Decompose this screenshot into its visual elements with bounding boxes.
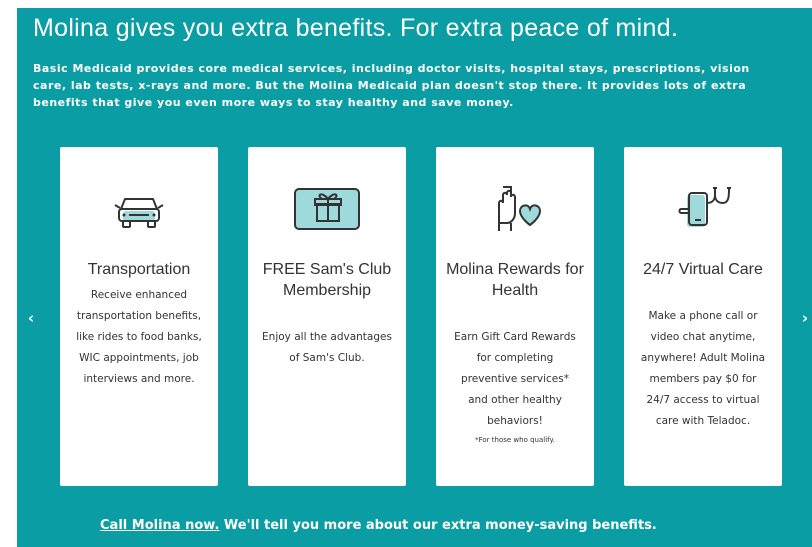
benefit-card-rewards: Molina Rewards for Health Earn Gift Card… — [436, 147, 594, 486]
phone-stethoscope-icon — [624, 181, 782, 237]
card-description: Receive enhanced transportation benefits… — [76, 289, 202, 385]
cta-line: Call Molina now. We'll tell you more abo… — [100, 518, 812, 533]
card-title: Transportation — [87, 261, 191, 278]
carousel-next-button[interactable]: › — [798, 308, 812, 328]
chevron-left-icon: ‹ — [27, 309, 35, 327]
carousel-prev-button[interactable]: ‹ — [24, 308, 38, 328]
benefit-card-virtual-care: 24/7 Virtual Care Make a phone call or v… — [624, 147, 782, 486]
gift-card-icon — [248, 181, 406, 237]
card-footnote: *For those who qualify. — [475, 436, 555, 444]
card-title: FREE Sam's Club Membership — [262, 261, 392, 299]
card-title: Molina Rewards for Health — [446, 261, 584, 299]
card-description: Enjoy all the advantages of Sam's Club. — [262, 331, 392, 364]
hand-heart-icon — [436, 181, 594, 237]
chevron-right-icon: › — [801, 309, 809, 327]
benefit-card-sams-club: FREE Sam's Club Membership Enjoy all the… — [248, 147, 406, 486]
card-description: Make a phone call or video chat anytime,… — [640, 310, 766, 427]
card-description: Earn Gift Card Rewards for completing pr… — [450, 327, 580, 446]
card-description-text: Earn Gift Card Rewards for completing pr… — [454, 331, 576, 427]
intro-text: Basic Medicaid provides core medical ser… — [33, 62, 750, 109]
benefit-card-transportation: Transportation Receive enhanced transpor… — [60, 147, 218, 486]
cta-text: We'll tell you more about our extra mone… — [219, 518, 657, 533]
car-icon — [60, 181, 218, 237]
page-title: Molina gives you extra benefits. For ext… — [33, 14, 679, 42]
card-title: 24/7 Virtual Care — [643, 261, 763, 278]
call-molina-link[interactable]: Call Molina now. — [100, 518, 219, 533]
